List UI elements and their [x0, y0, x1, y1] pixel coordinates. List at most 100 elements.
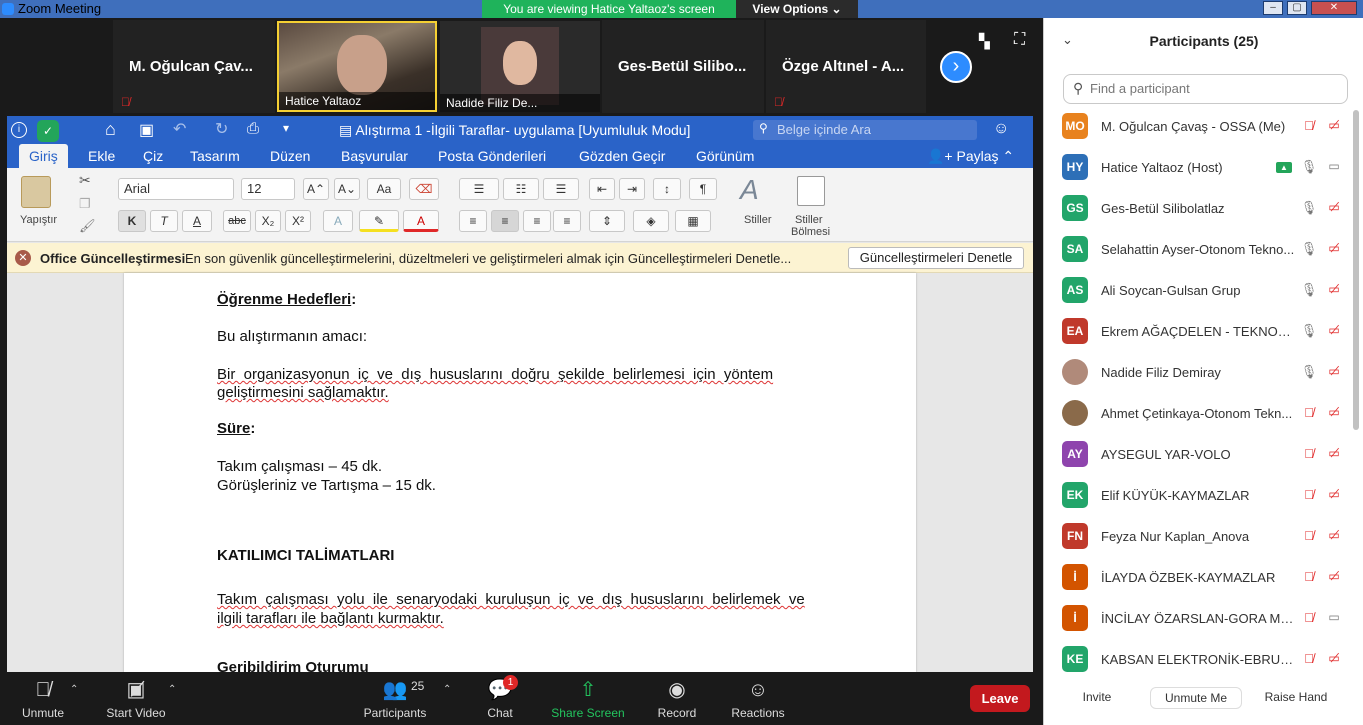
view-options-button[interactable]: View Options ⌄ — [736, 0, 858, 18]
grow-font-button[interactable]: A⌃ — [303, 178, 329, 200]
video-options-icon[interactable]: ⌃ — [168, 684, 176, 695]
justify-button[interactable]: ≡ — [553, 210, 581, 232]
redo-icon[interactable]: ↻ — [215, 119, 228, 139]
participant-row[interactable]: Nadide Filiz Demiray 🎙 ▭̸ — [1062, 353, 1348, 394]
video-on-icon[interactable]: ▭ — [1324, 159, 1344, 177]
numbering-button[interactable]: ☷ — [503, 178, 539, 200]
participant-row[interactable]: EA Ekrem AĞAÇDELEN - TEKNOKAR 🎙 ▭̸ — [1062, 312, 1348, 353]
participant-row[interactable]: MO M. Oğulcan Çavaş - OSSA (Me) 🎙̸ ▭̸ — [1062, 107, 1348, 148]
mic-on-icon[interactable]: 🎙 — [1300, 364, 1318, 382]
close-icon[interactable]: ✕ — [1311, 1, 1357, 15]
participant-row[interactable]: HY Hatice Yaltaoz (Host) ▲ 🎙 ▭ — [1062, 148, 1348, 189]
smiley-feedback-icon[interactable]: ☺ — [993, 120, 1009, 138]
align-right-button[interactable]: ≡ — [523, 210, 551, 232]
mic-muted-icon[interactable]: 🎙̸ — [1300, 118, 1318, 136]
clear-format-button[interactable]: ⌫ — [409, 178, 439, 200]
invite-button[interactable]: Invite — [1078, 687, 1116, 709]
info-icon[interactable]: i — [11, 122, 27, 138]
paste-icon[interactable] — [21, 176, 51, 208]
video-off-icon[interactable]: ▭̸ — [1324, 446, 1344, 464]
video-off-icon[interactable]: ▭̸ — [1324, 528, 1344, 546]
decrease-indent-button[interactable]: ⇤ — [589, 178, 615, 200]
video-off-icon[interactable]: ▭̸ — [1324, 282, 1344, 300]
video-off-icon[interactable]: ▭̸ — [1324, 118, 1344, 136]
save-icon[interactable]: ▣ — [139, 120, 154, 140]
subscript-button[interactable]: X₂ — [255, 210, 281, 232]
underline-button[interactable]: A — [182, 210, 212, 232]
participant-search-input[interactable]: Find a participant — [1063, 74, 1348, 104]
undo-icon[interactable]: ↶ — [173, 119, 186, 139]
document-search-input[interactable]: Belge içinde Ara — [753, 120, 977, 140]
participant-row[interactable]: AS Ali Soycan-Gulsan Grup 🎙 ▭̸ — [1062, 271, 1348, 312]
increase-indent-button[interactable]: ⇥ — [619, 178, 645, 200]
next-page-button[interactable]: › — [940, 51, 972, 83]
multilevel-list-button[interactable]: ☰ — [543, 178, 579, 200]
customize-icon[interactable]: ▾ — [283, 121, 289, 135]
show-marks-button[interactable]: ¶ — [689, 178, 717, 200]
shield-icon[interactable]: ✓ — [37, 120, 59, 142]
mic-muted-icon[interactable]: 🎙̸ — [1300, 569, 1318, 587]
tab-posta[interactable]: Posta Gönderileri — [438, 148, 546, 164]
copy-icon[interactable]: ❐ — [79, 196, 91, 212]
video-tile[interactable]: M. Oğulcan Çav... 🎙̸ — [113, 20, 275, 113]
reactions-button[interactable]: ☺ Reactions — [729, 678, 787, 720]
mic-on-icon[interactable]: 🎙 — [1300, 282, 1318, 300]
home-icon[interactable]: ⌂ — [105, 119, 116, 140]
record-button[interactable]: ◉ Record — [655, 678, 699, 720]
mic-muted-icon[interactable]: 🎙̸ — [1300, 528, 1318, 546]
video-tile-active-speaker[interactable]: Hatice Yaltaoz — [277, 21, 437, 112]
font-color-button[interactable]: A — [403, 210, 439, 232]
participant-row[interactable]: FN Feyza Nur Kaplan_Anova 🎙̸ ▭̸ — [1062, 517, 1348, 558]
close-notice-icon[interactable]: ✕ — [15, 250, 31, 266]
video-off-icon[interactable]: ▭̸ — [1324, 241, 1344, 259]
video-off-icon[interactable]: ▭̸ — [1324, 364, 1344, 382]
line-spacing-button[interactable]: ⇕ — [589, 210, 625, 232]
raise-hand-button[interactable]: Raise Hand — [1256, 687, 1336, 709]
bold-button[interactable]: K — [118, 210, 146, 232]
bullets-button[interactable]: ☰ — [459, 178, 499, 200]
italic-button[interactable]: T — [150, 210, 178, 232]
participants-options-icon[interactable]: ⌃ — [443, 684, 451, 695]
mic-muted-icon[interactable]: 🎙̸ — [1300, 487, 1318, 505]
mic-muted-icon[interactable]: 🎙̸ — [1300, 651, 1318, 669]
superscript-button[interactable]: X² — [285, 210, 311, 232]
tab-ciz[interactable]: Çiz — [143, 148, 163, 164]
participant-row[interactable]: KE KABSAN ELEKTRONİK-EBRU-GİZ... 🎙̸ ▭̸ — [1062, 640, 1348, 681]
tab-basvurular[interactable]: Başvurular — [341, 148, 408, 164]
format-painter-icon[interactable]: 🖌 — [79, 218, 96, 234]
participant-row[interactable]: Ahmet Çetinkaya-Otonom Tekn... 🎙̸ ▭̸ — [1062, 394, 1348, 435]
align-center-button[interactable]: ≡ — [491, 210, 519, 232]
participant-row[interactable]: SA Selahattin Ayser-Otonom Tekno... 🎙 ▭̸ — [1062, 230, 1348, 271]
font-select[interactable]: Arial — [118, 178, 234, 200]
video-on-icon[interactable]: ▭ — [1324, 610, 1344, 628]
share-screen-button[interactable]: ⇧ Share Screen — [550, 678, 626, 720]
mic-on-icon[interactable]: 🎙 — [1300, 159, 1318, 177]
video-off-icon[interactable]: ▭̸ — [1324, 651, 1344, 669]
styles-icon[interactable]: A — [740, 174, 759, 206]
sort-button[interactable]: ↕ — [653, 178, 681, 200]
minimize-icon[interactable]: – — [1263, 1, 1283, 15]
video-tile[interactable]: Nadide Filiz De... — [440, 21, 600, 112]
participant-row[interactable]: GS Ges-Betül Silibolatlaz 🎙 ▭̸ — [1062, 189, 1348, 230]
tab-gozden-gecir[interactable]: Gözden Geçir — [579, 148, 665, 164]
panel-scrollbar[interactable] — [1353, 110, 1359, 430]
align-left-button[interactable]: ≡ — [459, 210, 487, 232]
document-page[interactable]: Öğrenme Hedefleri: Bu alıştırmanın amacı… — [124, 273, 916, 672]
mic-on-icon[interactable]: 🎙 — [1300, 241, 1318, 259]
participant-row[interactable]: EK Elif KÜYÜK-KAYMAZLAR 🎙̸ ▭̸ — [1062, 476, 1348, 517]
share-doc-button[interactable]: 👤+ Paylaş ⌃ — [927, 148, 1014, 165]
text-effects-button[interactable]: A — [323, 210, 353, 232]
shrink-font-button[interactable]: A⌄ — [334, 178, 360, 200]
participant-row[interactable]: AY AYSEGUL YAR-VOLO 🎙̸ ▭̸ — [1062, 435, 1348, 476]
mic-on-icon[interactable]: 🎙 — [1300, 323, 1318, 341]
print-icon[interactable]: ⎙ — [247, 120, 259, 137]
mic-muted-icon[interactable]: 🎙̸ — [1300, 446, 1318, 464]
video-off-icon[interactable]: ▭̸ — [1324, 323, 1344, 341]
start-video-button[interactable]: ▣̸ Start Video — [102, 678, 170, 720]
shading-button[interactable]: ◈ — [633, 210, 669, 232]
video-off-icon[interactable]: ▭̸ — [1324, 487, 1344, 505]
check-updates-button[interactable]: Güncelleştirmeleri Denetle — [848, 247, 1024, 269]
tab-duzen[interactable]: Düzen — [270, 148, 310, 164]
mic-muted-icon[interactable]: 🎙̸ — [1300, 610, 1318, 628]
audio-options-icon[interactable]: ⌃ — [70, 684, 78, 695]
